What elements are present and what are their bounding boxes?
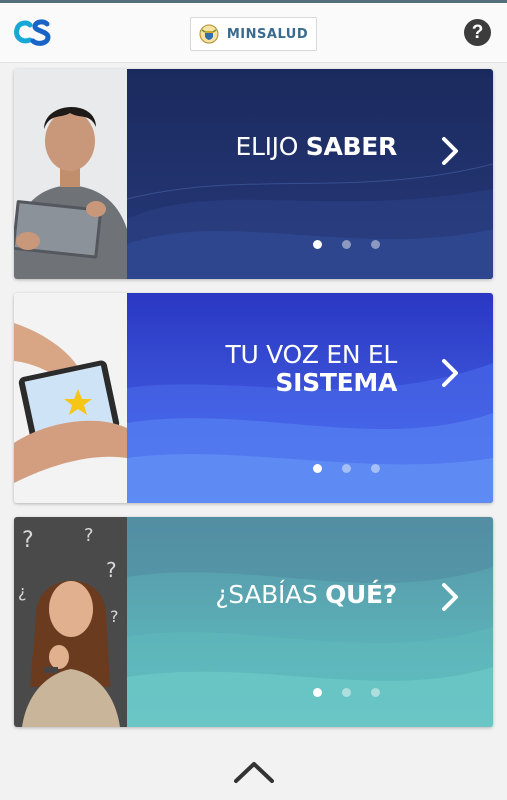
carousel-dot[interactable] xyxy=(371,464,380,473)
carousel-dots xyxy=(313,240,380,249)
svg-text:¿: ¿ xyxy=(18,582,27,601)
app-header: MINSALUD ? xyxy=(0,3,507,63)
chevron-right-icon[interactable] xyxy=(441,136,459,166)
card-tu-voz-en-el-sistema[interactable]: TU VOZ EN EL SISTEMA xyxy=(14,293,493,503)
card-title: TU VOZ EN EL SISTEMA xyxy=(226,341,398,397)
carousel-dot[interactable] xyxy=(342,688,351,697)
carousel-dots xyxy=(313,688,380,697)
carousel-dot[interactable] xyxy=(371,688,380,697)
card-title-bold: SISTEMA xyxy=(275,368,397,397)
card-title: ¿SABÍAS QUÉ? xyxy=(215,581,397,609)
cs-logo-icon[interactable] xyxy=(14,15,54,51)
card-sabias-que[interactable]: ? ? ? ¿ ? ¿SABÍAS QUÉ? xyxy=(14,517,493,727)
chevron-right-icon[interactable] xyxy=(441,358,459,388)
carousel-dots xyxy=(313,464,380,473)
card-panel: TU VOZ EN EL SISTEMA xyxy=(127,293,493,503)
carousel-dot[interactable] xyxy=(342,240,351,249)
svg-text:?: ? xyxy=(110,607,119,626)
card-title-light: ELIJO xyxy=(235,132,306,161)
colombia-crest-icon xyxy=(199,24,219,44)
help-icon[interactable]: ? xyxy=(464,19,491,46)
chevron-up-icon[interactable] xyxy=(233,760,275,784)
chevron-right-icon[interactable] xyxy=(441,582,459,612)
minsalud-button[interactable]: MINSALUD xyxy=(190,17,317,51)
svg-text:?: ? xyxy=(22,528,34,553)
card-photo-thinking-woman: ? ? ? ¿ ? xyxy=(14,517,127,727)
svg-text:?: ? xyxy=(106,558,117,582)
card-title: ELIJO SABER xyxy=(235,133,397,161)
card-elijo-saber[interactable]: ELIJO SABER xyxy=(14,69,493,279)
card-title-line1: TU VOZ EN EL xyxy=(225,340,398,369)
card-title-bold: QUÉ? xyxy=(325,580,397,609)
card-panel: ELIJO SABER xyxy=(127,69,493,279)
card-panel: ¿SABÍAS QUÉ? xyxy=(127,517,493,727)
card-photo-hands-with-phone xyxy=(14,293,127,503)
carousel-dot-active[interactable] xyxy=(313,464,322,473)
carousel-dot-active[interactable] xyxy=(313,240,322,249)
carousel-dot[interactable] xyxy=(371,240,380,249)
carousel-dot[interactable] xyxy=(342,464,351,473)
carousel-dot-active[interactable] xyxy=(313,688,322,697)
card-title-light: ¿SABÍAS xyxy=(215,580,326,609)
card-title-bold: SABER xyxy=(305,132,398,161)
card-photo-man-with-tablet xyxy=(14,69,127,279)
svg-text:?: ? xyxy=(84,525,94,546)
minsalud-label: MINSALUD xyxy=(226,26,309,42)
